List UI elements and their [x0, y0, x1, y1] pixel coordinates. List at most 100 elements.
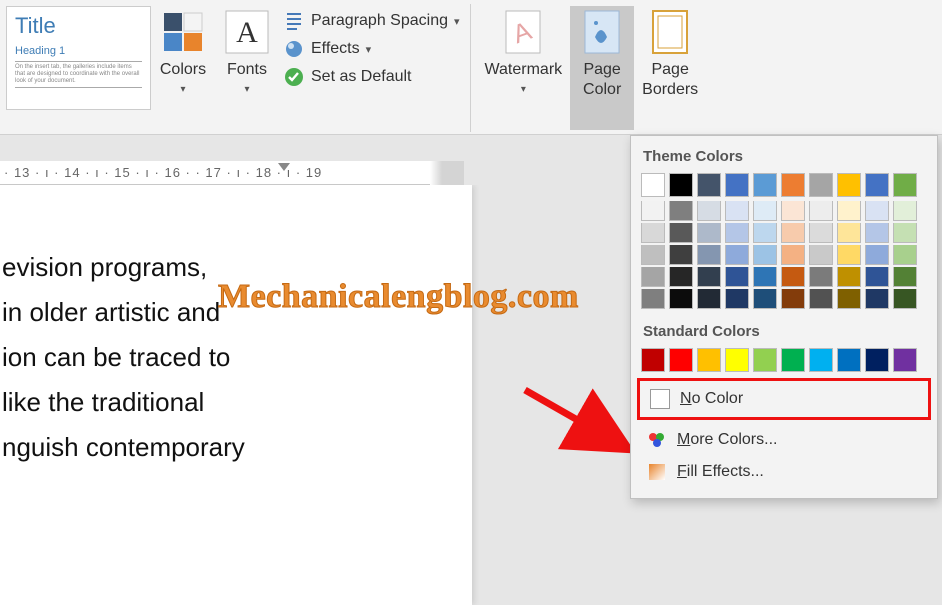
color-swatch[interactable] — [753, 223, 777, 243]
color-swatch[interactable] — [669, 245, 693, 265]
color-swatch[interactable] — [865, 245, 889, 265]
color-swatch[interactable] — [725, 201, 749, 221]
color-swatch[interactable] — [837, 173, 861, 197]
color-swatch[interactable] — [893, 267, 917, 287]
color-swatch[interactable] — [753, 267, 777, 287]
page[interactable]: evision programs, in older artistic and … — [0, 185, 472, 605]
themes-group: Title Heading 1 On the insert tab, the g… — [0, 4, 471, 132]
color-swatch[interactable] — [893, 245, 917, 265]
color-swatch[interactable] — [753, 289, 777, 309]
ruler[interactable]: · 13 · ı · 14 · ı · 15 · ı · 16 · · 17 ·… — [0, 161, 464, 185]
doc-line: ion can be traced to — [2, 335, 462, 380]
color-swatch[interactable] — [893, 201, 917, 221]
color-swatch[interactable] — [865, 223, 889, 243]
color-swatch[interactable] — [893, 223, 917, 243]
color-swatch[interactable] — [809, 267, 833, 287]
color-swatch[interactable] — [697, 289, 721, 309]
color-swatch[interactable] — [725, 223, 749, 243]
theme-title: Title — [15, 13, 142, 39]
color-swatch[interactable] — [893, 173, 917, 197]
color-swatch[interactable] — [725, 173, 749, 197]
color-swatch[interactable] — [837, 223, 861, 243]
fill-effects-item[interactable]: Fill Effects... — [641, 456, 927, 488]
color-swatch[interactable] — [669, 267, 693, 287]
color-swatch[interactable] — [809, 201, 833, 221]
color-swatch[interactable] — [697, 173, 721, 197]
color-swatch[interactable] — [697, 223, 721, 243]
chevron-down-icon: ▾ — [454, 15, 460, 28]
no-color-item[interactable]: No Color — [644, 383, 924, 415]
color-swatch[interactable] — [893, 348, 917, 372]
color-swatch[interactable] — [669, 201, 693, 221]
color-swatch[interactable] — [669, 348, 693, 372]
color-swatch[interactable] — [809, 289, 833, 309]
fonts-button[interactable]: A Fonts ▾ — [215, 6, 279, 130]
tint-row — [641, 201, 927, 221]
color-swatch[interactable] — [697, 348, 721, 372]
color-swatch[interactable] — [725, 348, 749, 372]
color-swatch[interactable] — [753, 201, 777, 221]
color-swatch[interactable] — [669, 289, 693, 309]
tint-row — [641, 267, 927, 287]
chevron-down-icon: ▾ — [244, 84, 249, 95]
color-swatch[interactable] — [753, 348, 777, 372]
doc-line: in older artistic and — [2, 290, 462, 335]
color-swatch[interactable] — [865, 289, 889, 309]
theme-preview[interactable]: Title Heading 1 On the insert tab, the g… — [6, 6, 151, 110]
color-swatch[interactable] — [641, 289, 665, 309]
color-swatch[interactable] — [809, 348, 833, 372]
color-swatch[interactable] — [781, 173, 805, 197]
page-color-button[interactable]: Page Color — [570, 6, 634, 130]
color-swatch[interactable] — [781, 348, 805, 372]
color-swatch[interactable] — [781, 289, 805, 309]
chevron-down-icon: ▾ — [180, 84, 185, 95]
color-swatch[interactable] — [865, 348, 889, 372]
color-swatch[interactable] — [669, 173, 693, 197]
effects-button[interactable]: Effects ▾ — [283, 38, 460, 60]
color-swatch[interactable] — [641, 173, 665, 197]
color-swatch[interactable] — [641, 201, 665, 221]
color-swatch[interactable] — [837, 245, 861, 265]
color-swatch[interactable] — [725, 245, 749, 265]
tint-row — [641, 289, 927, 309]
color-swatch[interactable] — [837, 348, 861, 372]
color-swatch[interactable] — [837, 289, 861, 309]
color-swatch[interactable] — [669, 223, 693, 243]
ruler-marks: · 13 · ı · 14 · ı · 15 · ı · 16 · · 17 ·… — [4, 165, 322, 180]
color-swatch[interactable] — [753, 173, 777, 197]
color-swatch[interactable] — [837, 201, 861, 221]
color-swatch[interactable] — [837, 267, 861, 287]
paragraph-spacing-label: Paragraph Spacing — [311, 12, 448, 30]
color-swatch[interactable] — [781, 201, 805, 221]
color-swatch[interactable] — [781, 223, 805, 243]
more-colors-item[interactable]: More Colors... — [641, 424, 927, 456]
color-swatch[interactable] — [725, 267, 749, 287]
color-swatch[interactable] — [865, 173, 889, 197]
ruler-end — [430, 161, 470, 185]
watermark-button[interactable]: A Watermark ▾ — [477, 6, 571, 130]
tab-marker-icon[interactable] — [278, 163, 290, 171]
paragraph-spacing-button[interactable]: Paragraph Spacing ▾ — [283, 10, 460, 32]
color-swatch[interactable] — [893, 289, 917, 309]
color-swatch[interactable] — [781, 267, 805, 287]
color-swatch[interactable] — [865, 267, 889, 287]
colors-button[interactable]: Colors ▾ — [151, 6, 215, 130]
color-swatch[interactable] — [809, 173, 833, 197]
color-swatch[interactable] — [781, 245, 805, 265]
color-swatch[interactable] — [725, 289, 749, 309]
page-borders-button[interactable]: Page Borders — [634, 6, 706, 130]
set-default-button[interactable]: Set as Default — [283, 66, 460, 88]
color-swatch[interactable] — [641, 348, 665, 372]
color-swatch[interactable] — [697, 267, 721, 287]
color-swatch[interactable] — [809, 245, 833, 265]
color-swatch[interactable] — [641, 223, 665, 243]
color-swatch[interactable] — [641, 267, 665, 287]
color-swatch[interactable] — [753, 245, 777, 265]
color-swatch[interactable] — [809, 223, 833, 243]
doc-line: nguish contemporary — [2, 425, 462, 470]
page-borders-icon — [646, 8, 694, 56]
color-swatch[interactable] — [641, 245, 665, 265]
color-swatch[interactable] — [697, 245, 721, 265]
color-swatch[interactable] — [865, 201, 889, 221]
color-swatch[interactable] — [697, 201, 721, 221]
